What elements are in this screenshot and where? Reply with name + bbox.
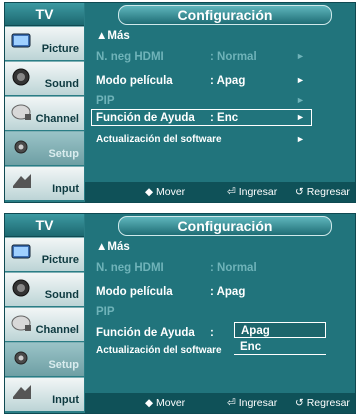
footer-hints: ◆ Mover ⏎ Ingresar ↺ Regresar (85, 393, 355, 413)
row-label: Modo película (96, 75, 173, 87)
row-label: Función de Ayuda (96, 327, 195, 339)
menu-row-help-function[interactable]: Función de Ayuda : Enc ► (96, 112, 305, 124)
channel-icon (11, 104, 31, 120)
row-label: ▲Más (96, 241, 130, 253)
input-icon (13, 385, 31, 399)
tv-menu-screen-1: TV Picture Sound Channel Setup Input Con… (4, 2, 356, 203)
sidebar-header: TV (5, 3, 84, 26)
sidebar-header: TV (5, 214, 84, 237)
row-value: : Normal (210, 262, 257, 274)
sidebar-item-channel[interactable]: Channel (5, 307, 84, 341)
menu-title: Configuración (118, 216, 332, 236)
menu-row-film-mode[interactable]: Modo película : Apag (96, 286, 245, 298)
sidebar-item-label: Setup (48, 148, 79, 160)
row-label: Actualización del software (96, 345, 222, 356)
arrow-right-icon: ► (296, 95, 305, 105)
setup-icon (14, 140, 28, 154)
picture-icon (11, 244, 31, 259)
picture-icon (11, 33, 31, 48)
arrow-right-icon: ► (296, 112, 305, 122)
channel-icon (11, 315, 31, 331)
row-label: Modo película (96, 286, 173, 298)
row-value: : Apag (210, 75, 246, 87)
row-label: N. neg HDMI (96, 51, 164, 63)
sidebar-item-input[interactable]: Input (5, 166, 84, 200)
menu-title: Configuración (118, 5, 332, 25)
sidebar-item-label: Picture (41, 254, 79, 266)
enter-hint: ⏎ Ingresar (227, 397, 278, 409)
sidebar-item-sound[interactable]: Sound (5, 272, 84, 306)
row-value: : Apag (210, 286, 246, 298)
row-label: PIP (96, 306, 115, 318)
menu-row-hdmi-black-level: N. neg HDMI : Normal (96, 262, 257, 274)
row-label: ▲Más (96, 30, 130, 42)
arrow-right-icon: ► (296, 134, 305, 144)
row-value: : (210, 327, 214, 339)
sidebar-item-label: Sound (44, 289, 79, 301)
sidebar: TV Picture Sound Channel Setup Input (5, 214, 84, 413)
sidebar-item-label: Sound (44, 78, 79, 90)
menu-row-film-mode[interactable]: Modo película : Apag ► (96, 75, 305, 87)
row-label: N. neg HDMI (96, 262, 164, 274)
menu-row-help-function[interactable]: Función de Ayuda: (96, 327, 214, 339)
row-label: Función de Ayuda (96, 112, 195, 124)
return-hint: ↺ Regresar (295, 397, 350, 409)
sidebar-item-sound[interactable]: Sound (5, 61, 84, 95)
menu-row-pip: PIP ► (96, 95, 305, 107)
arrow-right-icon: ► (296, 75, 305, 85)
sidebar: TV Picture Sound Channel Setup Input (5, 3, 84, 202)
arrow-right-icon: ► (296, 51, 305, 61)
sidebar-item-label: Picture (41, 43, 79, 55)
sound-icon (12, 279, 30, 297)
option-apag[interactable]: Apag (234, 322, 326, 338)
row-label: PIP (96, 95, 115, 107)
sidebar-item-picture[interactable]: Picture (5, 237, 84, 271)
tv-menu-screen-2: TV Picture Sound Channel Setup Input Con… (4, 213, 356, 414)
move-hint: ◆ Mover (145, 397, 186, 409)
input-icon (13, 174, 31, 188)
sidebar-item-channel[interactable]: Channel (5, 96, 84, 130)
menu-row-software-update[interactable]: Actualización del software (96, 345, 222, 356)
sidebar-item-picture[interactable]: Picture (5, 26, 84, 60)
sound-icon (12, 68, 30, 86)
row-value: : Enc (210, 112, 239, 124)
menu-row-software-update[interactable]: Actualización del software ► (96, 134, 305, 145)
menu-row-pip: PIP (96, 306, 115, 318)
option-enc[interactable]: Enc (234, 339, 326, 355)
settings-panel: Configuración ▲Más N. neg HDMI: Normal ► … (85, 3, 355, 202)
enter-hint: ⏎ Ingresar (227, 186, 278, 198)
menu-row-hdmi-black-level: N. neg HDMI : Normal ► (96, 51, 305, 63)
sidebar-item-label: Setup (48, 359, 79, 371)
sidebar-item-setup[interactable]: Setup (5, 342, 84, 376)
row-label: Actualización del software (96, 134, 222, 145)
return-hint: ↺ Regresar (295, 186, 350, 198)
sidebar-item-label: Channel (35, 113, 79, 125)
settings-panel: Configuración ▲Más N. neg HDMI : Normal M… (85, 214, 355, 413)
menu-row-more[interactable]: ▲Más (96, 30, 130, 42)
sidebar-item-label: Input (52, 183, 79, 195)
footer-hints: ◆ Mover ⏎ Ingresar ↺ Regresar (85, 182, 355, 202)
row-value: : Normal (210, 51, 257, 63)
sidebar-item-input[interactable]: Input (5, 377, 84, 411)
menu-row-more[interactable]: ▲Más (96, 241, 130, 253)
sidebar-item-label: Channel (35, 324, 79, 336)
sidebar-item-setup[interactable]: Setup (5, 131, 84, 165)
move-hint: ◆ Mover (145, 186, 186, 198)
setup-icon (14, 351, 28, 365)
sidebar-item-label: Input (52, 394, 79, 406)
